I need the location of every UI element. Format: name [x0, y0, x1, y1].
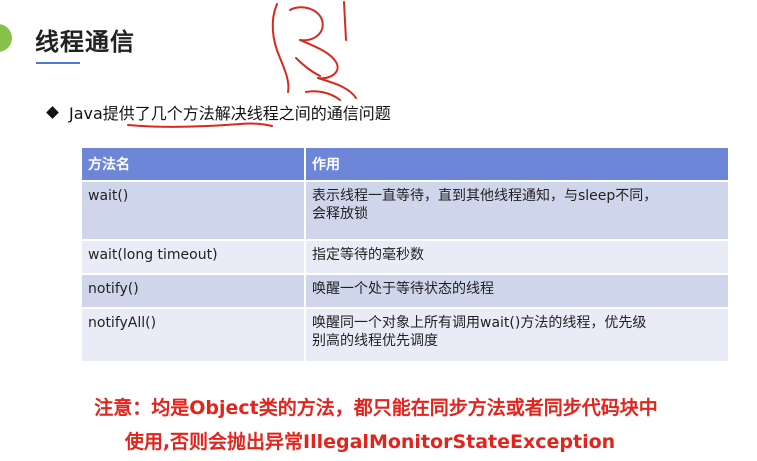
desc-line: 唤醒一个处于等待状态的线程 — [312, 281, 494, 297]
intro-line: Java提供了几个方法解决线程之间的通信问题 — [46, 100, 391, 124]
ink-scribble-stroke — [317, 77, 357, 99]
desc-line: 表示线程一直等待，直到其他线程通知，与sleep不同， — [312, 188, 658, 204]
ink-scribble-stroke — [305, 90, 341, 101]
ink-scribble-stroke — [343, 1, 347, 41]
desc-cell: 指定等待的毫秒数 — [306, 239, 728, 273]
ink-scribble-stroke — [289, 6, 324, 42]
warning-note-line2: 使用,否则会抛出异常IllegalMonitorStateException — [124, 431, 616, 453]
desc-cell: 唤醒同一个对象上所有调用wait()方法的线程，优先级 别高的线程优先调度 — [306, 307, 728, 361]
slide: 线程通信 Java提供了几个方法解决线程之间的通信问题 方法名 作用 wait(… — [0, 0, 757, 461]
desc-line: 指定等待的毫秒数 — [312, 247, 424, 263]
header-method: 方法名 — [82, 148, 306, 180]
warning-note-line1: 注意：均是Object类的方法，都只能在同步方法或者同步代码块中 — [94, 397, 658, 419]
title-bullet-shape — [0, 24, 12, 52]
table-header-row: 方法名 作用 — [82, 148, 728, 180]
method-cell: notifyAll() — [82, 307, 306, 361]
title-underline — [36, 62, 80, 64]
desc-line: 会释放锁 — [312, 206, 368, 222]
diamond-bullet-icon — [46, 105, 59, 119]
table-row: notifyAll() 唤醒同一个对象上所有调用wait()方法的线程，优先级 … — [82, 307, 728, 361]
method-cell: notify() — [82, 273, 306, 307]
intro-text: Java提供了几个方法解决线程之间的通信问题 — [69, 104, 391, 123]
desc-line: 唤醒同一个对象上所有调用wait()方法的线程，优先级 — [312, 315, 647, 331]
ink-scribble-stroke — [299, 39, 339, 80]
ink-scribble-stroke — [295, 57, 321, 77]
ink-scribble-stroke — [271, 3, 290, 93]
desc-line: 别高的线程优先调度 — [312, 333, 438, 349]
intro-underline-stroke — [127, 122, 273, 128]
header-purpose: 作用 — [306, 148, 728, 180]
table-row: notify() 唤醒一个处于等待状态的线程 — [82, 273, 728, 307]
method-cell: wait() — [82, 180, 306, 239]
desc-cell: 唤醒一个处于等待状态的线程 — [306, 273, 728, 307]
desc-cell: 表示线程一直等待，直到其他线程通知，与sleep不同， 会释放锁 — [306, 180, 728, 239]
table-row: wait(long timeout) 指定等待的毫秒数 — [82, 239, 728, 273]
slide-title: 线程通信 — [35, 28, 135, 56]
method-cell: wait(long timeout) — [82, 239, 306, 273]
table-row: wait() 表示线程一直等待，直到其他线程通知，与sleep不同， 会释放锁 — [82, 180, 728, 239]
methods-table: 方法名 作用 wait() 表示线程一直等待，直到其他线程通知，与sleep不同… — [82, 148, 728, 361]
